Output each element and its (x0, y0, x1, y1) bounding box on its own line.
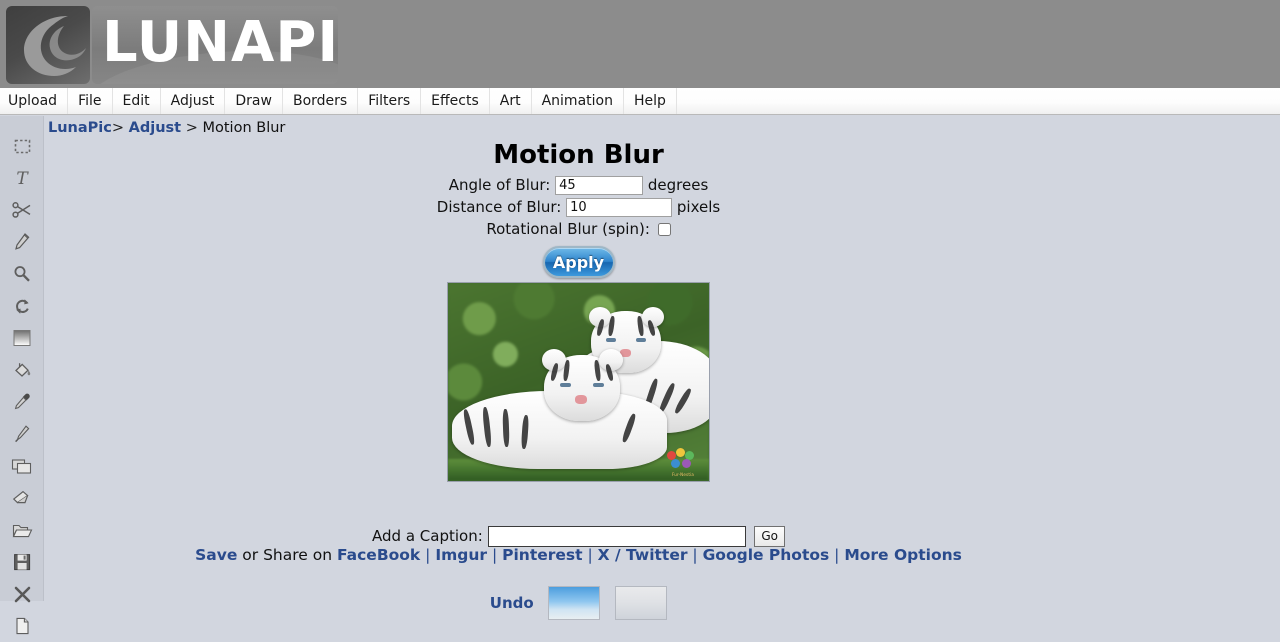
main-menubar: Upload File Edit Adjust Draw Borders Fil… (0, 88, 1280, 115)
menu-item-draw[interactable]: Draw (225, 88, 283, 114)
share-google-photos-link[interactable]: Google Photos (703, 546, 830, 564)
menu-item-help[interactable]: Help (624, 88, 677, 114)
pencil-icon[interactable] (0, 226, 44, 258)
tiger-back-eye-left (606, 338, 616, 342)
crescent-moon-icon (6, 6, 90, 84)
angle-unit-label: degrees (647, 176, 709, 194)
save-link[interactable]: Save (195, 546, 237, 564)
distance-of-blur-row: Distance of Blur: pixels (45, 196, 1112, 218)
rectangular-selection-icon[interactable] (0, 130, 44, 162)
caption-input[interactable] (487, 526, 746, 547)
history-thumbnail-1[interactable] (548, 586, 601, 620)
left-toolbar: T (0, 116, 44, 635)
share-more-options-link[interactable]: More Options (844, 546, 962, 564)
share-separator-3: | (582, 546, 598, 564)
share-separator-2: | (487, 546, 503, 564)
image-watermark: Fur-Nestia (661, 447, 705, 477)
motion-blur-form: Angle of Blur: degrees Distance of Blur:… (45, 174, 1112, 240)
rotate-icon[interactable] (0, 290, 44, 322)
rotational-blur-label: Rotational Blur (spin): (486, 220, 650, 238)
angle-of-blur-label: Angle of Blur: (448, 176, 551, 194)
caption-go-button[interactable]: Go (754, 526, 785, 547)
undo-link[interactable]: Undo (490, 594, 534, 612)
lunapic-wordmark: LUNAPIC (92, 6, 338, 84)
breadcrumb-adjust-link[interactable]: Adjust (129, 120, 181, 136)
watermark-dot-purple (682, 459, 691, 468)
paintbrush-icon[interactable] (0, 418, 44, 450)
watermark-dot-blue (671, 459, 680, 468)
rotational-blur-checkbox[interactable] (657, 223, 671, 236)
eyedropper-icon[interactable] (0, 386, 44, 418)
edited-image-preview[interactable]: Fur-Nestia (447, 282, 710, 482)
image-preview-container: Fur-Nestia (45, 282, 1112, 486)
apply-button[interactable]: Apply (542, 246, 615, 278)
menu-item-effects[interactable]: Effects (421, 88, 490, 114)
copy-folder-icon[interactable] (0, 450, 44, 482)
site-header: LUNAPIC (0, 0, 1280, 88)
history-row: Undo (45, 586, 1112, 620)
angle-of-blur-input[interactable] (555, 176, 644, 195)
apply-button-container: Apply (45, 246, 1112, 278)
share-imgur-link[interactable]: Imgur (435, 546, 487, 564)
tiger-back-eye-right (636, 338, 646, 342)
breadcrumb-current: Motion Blur (202, 120, 286, 136)
menu-item-art[interactable]: Art (490, 88, 532, 114)
watermark-dot-yellow (676, 448, 685, 457)
share-pinterest-link[interactable]: Pinterest (502, 546, 582, 564)
tiger-front-eye-left (560, 383, 571, 387)
menu-item-file[interactable]: File (68, 88, 113, 114)
share-x-twitter-link[interactable]: X / Twitter (598, 546, 688, 564)
menu-item-adjust[interactable]: Adjust (161, 88, 226, 114)
page-title: Motion Blur (493, 140, 664, 170)
share-separator-4: | (687, 546, 703, 564)
paint-bucket-icon[interactable] (0, 354, 44, 386)
menu-item-upload[interactable]: Upload (0, 88, 69, 114)
distance-unit-label: pixels (676, 198, 721, 216)
menu-item-animation[interactable]: Animation (532, 88, 624, 114)
lunapic-logo[interactable]: LUNAPIC (6, 6, 338, 84)
text-tool-icon[interactable]: T (0, 162, 44, 194)
menu-item-borders[interactable]: Borders (283, 88, 359, 114)
distance-of-blur-label: Distance of Blur: (436, 198, 562, 216)
breadcrumb: LunaPic> Adjust > Motion Blur (48, 120, 285, 136)
distance-of-blur-input[interactable] (566, 198, 673, 217)
caption-label: Add a Caption: (372, 527, 483, 545)
angle-of-blur-row: Angle of Blur: degrees (45, 174, 1112, 196)
share-facebook-link[interactable]: FaceBook (337, 546, 420, 564)
history-thumbnail-2[interactable] (615, 586, 668, 620)
share-row: Save or Share on FaceBook | Imgur | Pint… (45, 546, 1112, 564)
rotational-blur-row: Rotational Blur (spin): (45, 218, 1112, 240)
open-folder-icon[interactable] (0, 514, 44, 546)
scissors-icon[interactable] (0, 194, 44, 226)
save-floppy-icon[interactable] (0, 546, 44, 578)
share-separator-5: | (829, 546, 845, 564)
share-separator-1: | (420, 546, 436, 564)
menu-item-filters[interactable]: Filters (358, 88, 422, 114)
new-document-icon[interactable] (0, 610, 44, 642)
eraser-icon[interactable] (0, 482, 44, 514)
close-x-icon[interactable] (0, 578, 44, 610)
caption-row: Add a Caption: Go (45, 526, 1112, 547)
breadcrumb-home-link[interactable]: LunaPic (48, 120, 112, 136)
breadcrumb-separator-1: > (111, 120, 125, 136)
gradient-icon[interactable] (0, 322, 44, 354)
watermark-text: Fur-Nestia (671, 472, 695, 477)
breadcrumb-separator-2: > (185, 120, 198, 136)
tiger-front-nose (575, 395, 587, 404)
magnifier-icon[interactable] (0, 258, 44, 290)
tiger-front-eye-right (593, 383, 604, 387)
lunapic-wordmark-text: LUNAPIC (102, 10, 338, 75)
main-content: LunaPic> Adjust > Motion Blur Motion Blu… (45, 116, 1280, 620)
share-middle-text: or Share on (237, 546, 337, 564)
svg-text:T: T (16, 169, 29, 187)
menu-item-edit[interactable]: Edit (113, 88, 161, 114)
